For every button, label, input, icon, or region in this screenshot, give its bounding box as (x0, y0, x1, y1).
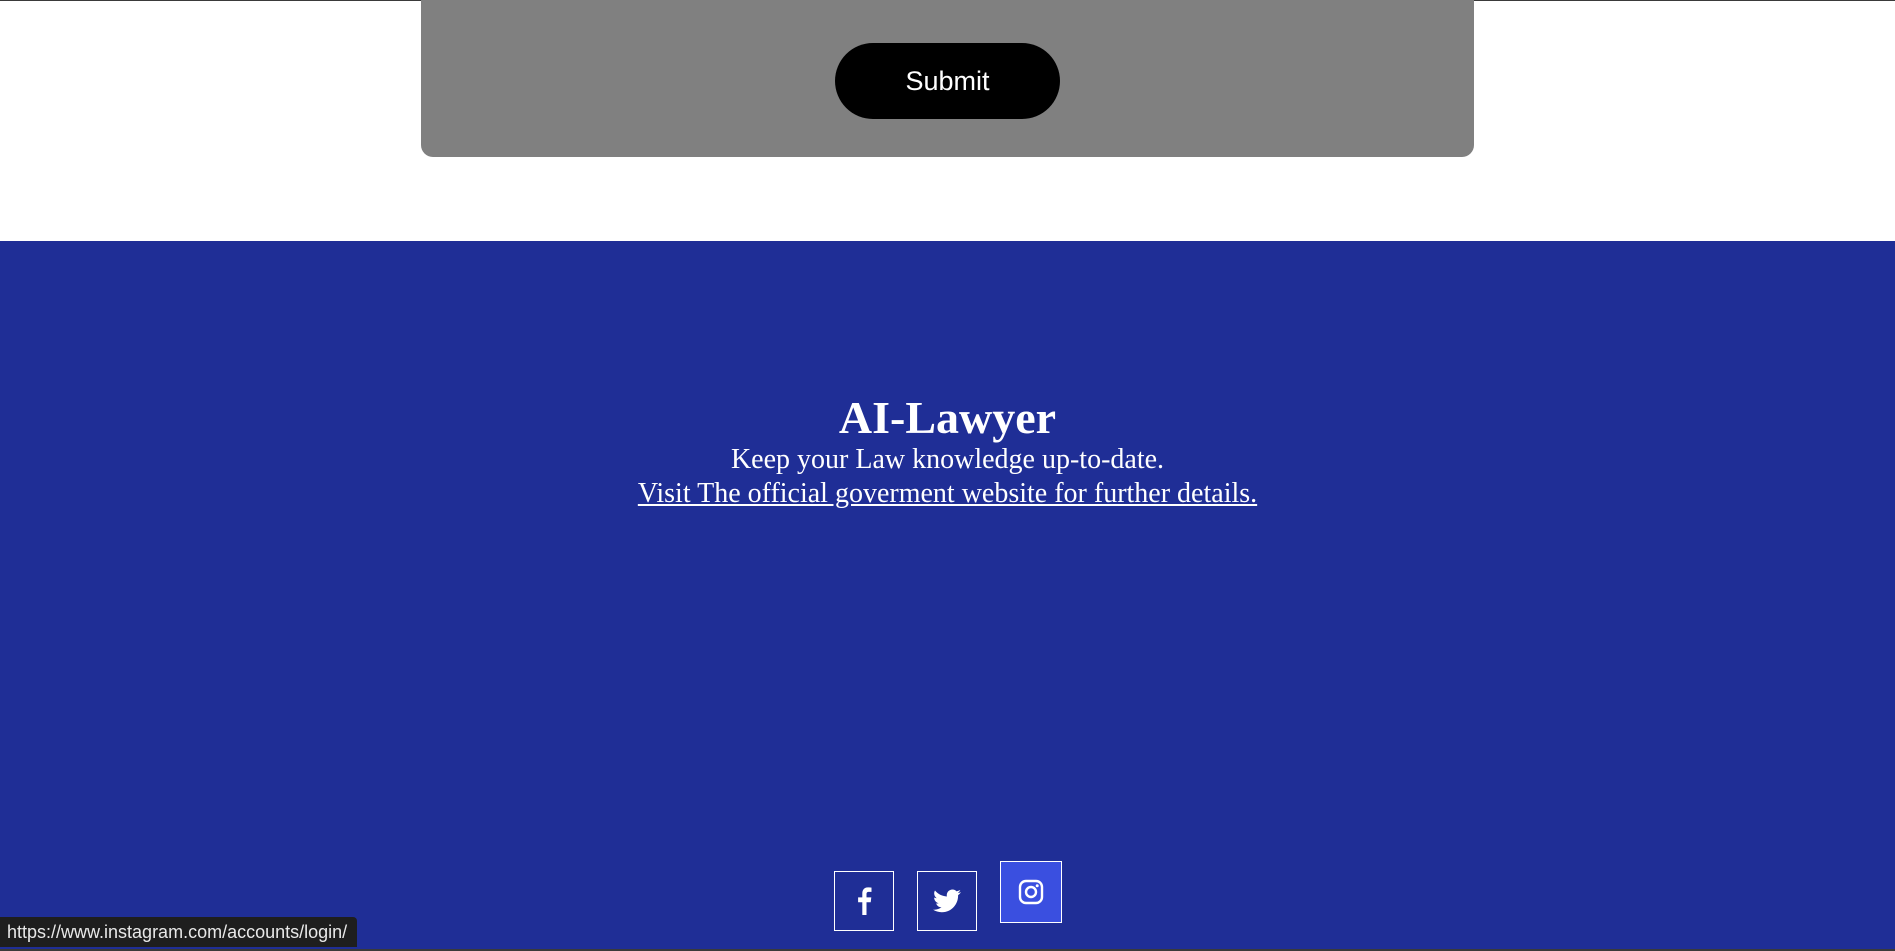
government-website-link[interactable]: Visit The official goverment website for… (638, 478, 1257, 509)
status-bar-url: https://www.instagram.com/accounts/login… (0, 917, 358, 947)
instagram-icon (1018, 879, 1044, 905)
submit-button[interactable]: Submit (835, 43, 1060, 119)
twitter-button[interactable] (917, 871, 977, 931)
footer: AI-Lawyer Keep your Law knowledge up-to-… (0, 241, 1895, 949)
footer-tagline: Keep your Law knowledge up-to-date. (730, 444, 1165, 475)
instagram-button[interactable] (1000, 861, 1062, 923)
facebook-icon (856, 887, 872, 915)
footer-title: AI-Lawyer (838, 392, 1057, 443)
footer-link-container: Visit The official goverment website for… (0, 477, 1895, 511)
facebook-button[interactable] (834, 871, 894, 931)
page: Submit AI-Lawyer Keep your Law knowledge… (0, 0, 1895, 951)
twitter-icon (933, 889, 961, 913)
